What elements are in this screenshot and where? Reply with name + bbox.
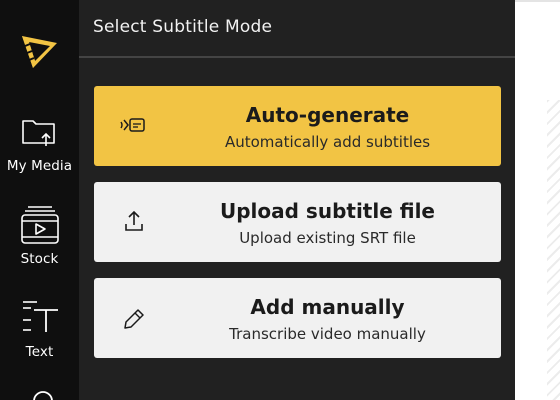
option-description: Transcribe video manually [229, 325, 426, 343]
sidebar-item-text[interactable]: Text [0, 298, 79, 360]
left-sidebar: My Media Stock Text [0, 0, 79, 400]
search-icon[interactable] [30, 388, 56, 400]
sidebar-item-stock[interactable]: Stock [0, 205, 79, 267]
auto-generate-button[interactable]: Auto-generate Automatically add subtitle… [94, 86, 501, 166]
option-description: Upload existing SRT file [239, 229, 416, 247]
text-icon [22, 301, 58, 332]
stock-film-icon [20, 206, 59, 244]
app-window: My Media Stock Text Select Subtitle Mode… [0, 0, 560, 400]
upload-subtitle-file-button[interactable]: Upload subtitle file Upload existing SRT… [94, 182, 501, 262]
option-title: Add manually [250, 295, 405, 319]
canvas-hatch [547, 100, 560, 400]
upload-icon [125, 210, 143, 231]
option-description: Automatically add subtitles [224, 133, 431, 151]
option-title: Upload subtitle file [220, 199, 435, 223]
sidebar-item-label: Text [25, 344, 54, 360]
subtitle-mode-panel: Select Subtitle Mode Auto-generate Autom… [79, 0, 515, 400]
sidebar-item-my-media[interactable]: My Media [0, 112, 79, 174]
app-logo-icon[interactable] [20, 31, 60, 71]
auto-caption-icon [120, 118, 145, 132]
pencil-icon [124, 309, 144, 329]
folder-upload-icon [21, 120, 55, 146]
panel-divider [79, 56, 515, 58]
sidebar-item-label: My Media [6, 158, 73, 174]
option-title: Auto-generate [245, 103, 410, 127]
top-border [515, 0, 560, 2]
add-manually-button[interactable]: Add manually Transcribe video manually [94, 278, 501, 358]
panel-title: Select Subtitle Mode [93, 17, 273, 37]
sidebar-item-label: Stock [20, 251, 59, 267]
